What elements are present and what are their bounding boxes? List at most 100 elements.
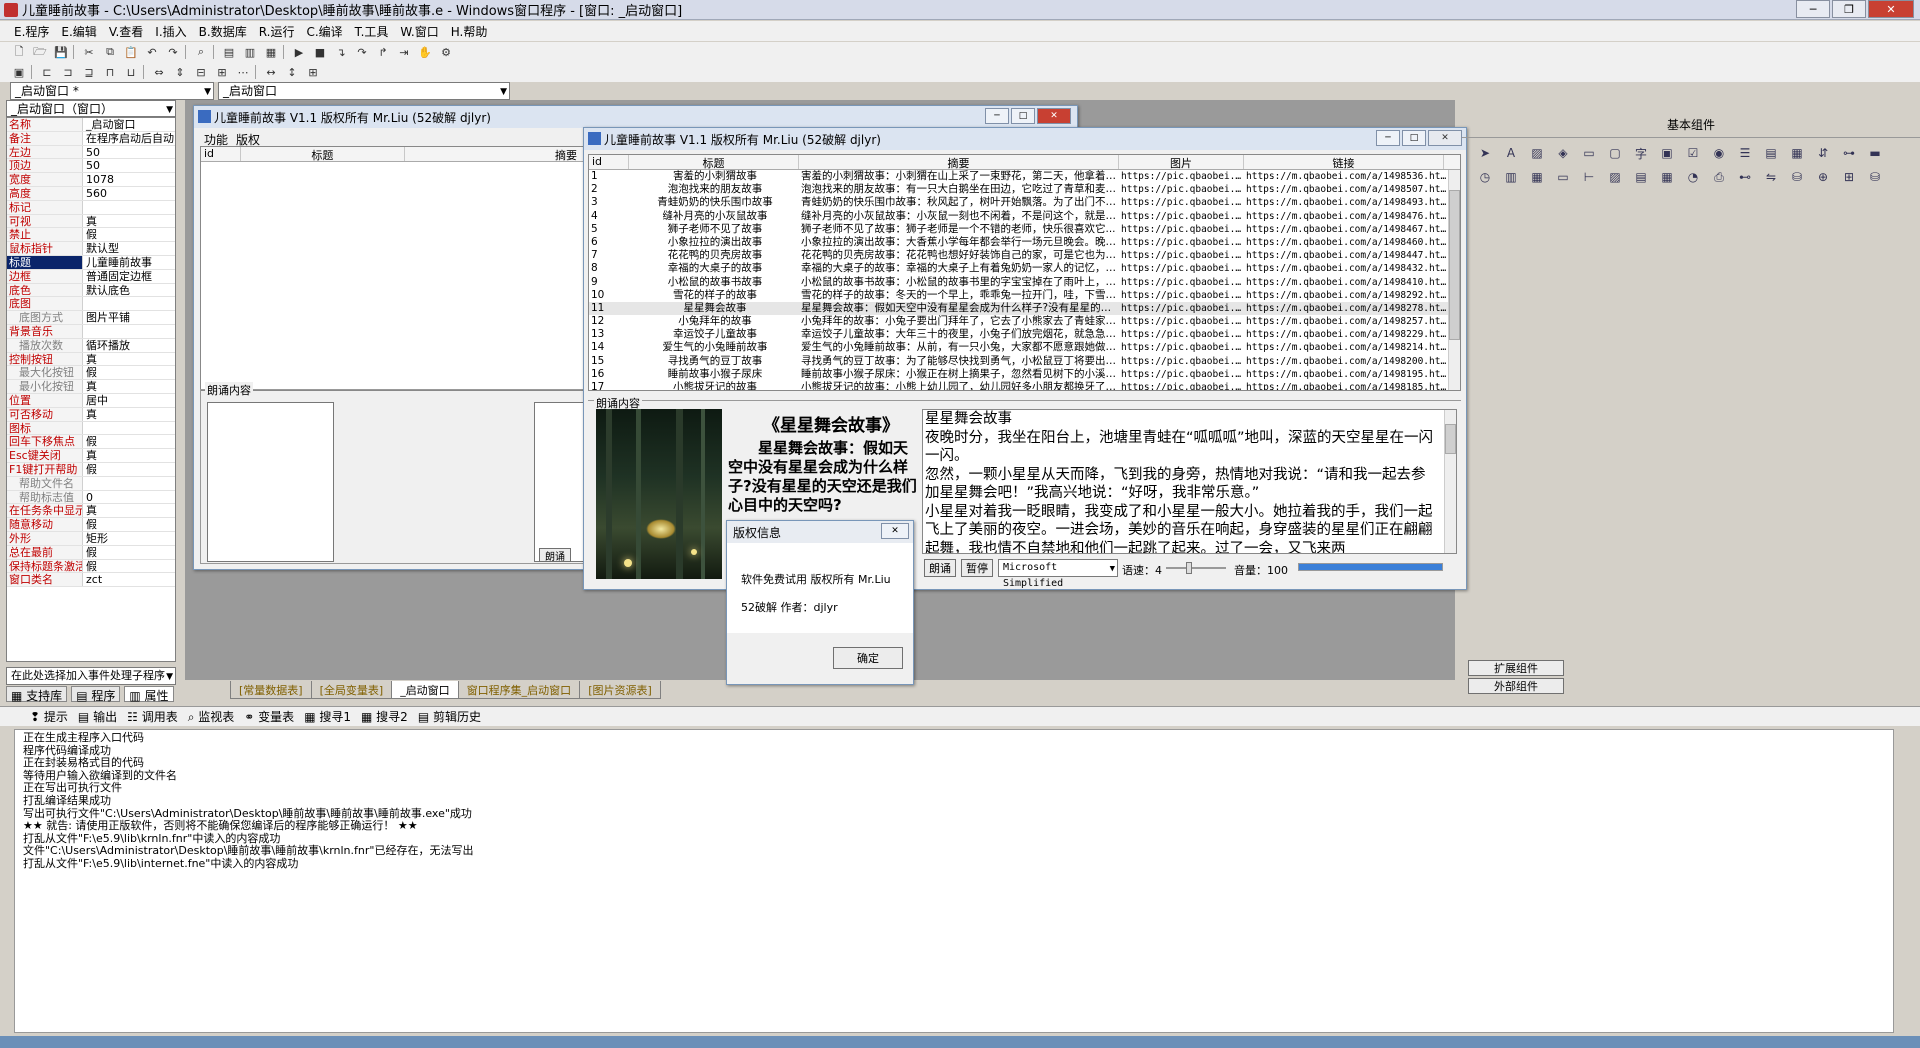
property-row[interactable]: 左边 50 <box>7 145 175 160</box>
document-tab[interactable]: [常量数据表] <box>230 681 312 699</box>
property-object-combo[interactable]: _启动窗口（窗口） ▼ <box>6 100 176 117</box>
center-h-icon[interactable]: ⊟ <box>192 64 210 80</box>
menu-item[interactable]: E.程序 <box>14 23 49 40</box>
scroll-icon[interactable]: ⇵ <box>1814 144 1832 162</box>
odbc-icon[interactable]: ⛁ <box>1866 168 1884 186</box>
object-combo[interactable]: _启动窗口 * ▼ <box>10 82 214 100</box>
property-row[interactable]: 宽度 1078 <box>7 173 175 187</box>
story-text-box[interactable]: 星星舞会故事 夜晚时分，我坐在阳台上，池塘里青蛙在“呱呱呱”地叫，深蓝的天空星星… <box>922 409 1457 554</box>
minimize-button[interactable]: ─ <box>985 108 1009 124</box>
hand-icon[interactable]: ✋ <box>416 44 434 60</box>
copyright-dialog[interactable]: 版权信息 ✕ 软件免费试用 版权所有 Mr.Liu 52破解 作者：djlyr … <box>726 520 914 685</box>
cut-icon[interactable]: ✂ <box>80 44 98 60</box>
scroll-thumb[interactable] <box>1445 424 1456 454</box>
pause-button[interactable]: 暂停 <box>961 559 993 577</box>
printer-icon[interactable]: ⎙ <box>1710 168 1728 186</box>
align-left-icon[interactable]: ⊏ <box>38 64 56 80</box>
table-row[interactable]: 16 睡前故事小猴子尿床 睡前故事小猴子尿床：小猴正在树上摘果子，忽然看见树下的小溪… <box>589 368 1460 381</box>
step-icon[interactable]: ↴ <box>332 44 350 60</box>
property-row[interactable]: 高度 560 <box>7 186 175 201</box>
property-value[interactable] <box>83 477 175 490</box>
restore-button[interactable]: ❐ <box>1832 0 1866 18</box>
maximize-button[interactable]: □ <box>1402 130 1426 146</box>
property-row[interactable]: 最大化按钮假 <box>7 366 175 381</box>
chart-icon[interactable]: ▤ <box>1632 168 1650 186</box>
property-row[interactable]: 禁止假 <box>7 228 175 243</box>
property-value[interactable]: 假 <box>83 435 175 448</box>
image-icon[interactable]: ▨ <box>1606 168 1624 186</box>
tab-support-lib[interactable]: ▦ 支持库 <box>6 686 68 703</box>
close-button[interactable]: ✕ <box>1428 130 1462 146</box>
align-bottom-icon[interactable]: ⊔ <box>122 64 140 80</box>
property-row[interactable]: 图标 <box>7 421 175 436</box>
paste-icon[interactable]: 📋 <box>122 44 140 60</box>
output-tab[interactable]: ⚭ 变量表 <box>244 708 294 725</box>
table-row[interactable]: 6 小象拉拉的演出故事 小象拉拉的演出故事：大香蕉小学每年都会举行一场元旦晚会。晚会… <box>589 236 1460 249</box>
window-combo[interactable]: _启动窗口 ▼ <box>218 82 510 100</box>
property-row[interactable]: 可视真 <box>7 214 175 229</box>
menu-item[interactable]: I.插入 <box>155 23 186 40</box>
step-over-icon[interactable]: ↷ <box>353 44 371 60</box>
app-window[interactable]: 儿童睡前故事 V1.1 版权所有 Mr.Liu (52破解 djlyr) ─ □ ✕… <box>583 127 1467 590</box>
property-row[interactable]: 备注 在程序启动后自动 <box>7 131 175 146</box>
compile-icon[interactable]: ⚙ <box>437 44 455 60</box>
property-value[interactable]: zct <box>83 573 175 586</box>
undo-icon[interactable]: ↶ <box>143 44 161 60</box>
property-row[interactable]: 帮助文件名 <box>7 476 175 491</box>
document-tab[interactable]: [全局变量表] <box>310 681 393 699</box>
property-row[interactable]: 保持标题条激活假 <box>7 559 175 574</box>
property-row[interactable]: 底图方式 图片平铺 <box>7 311 175 325</box>
output-tab[interactable]: ▤ 输出 <box>78 708 117 725</box>
output-tab[interactable]: ▦ 搜寻2 <box>361 708 408 725</box>
db-icon[interactable]: ⛁ <box>1788 168 1806 186</box>
scroll-thumb[interactable] <box>1449 190 1460 340</box>
property-row[interactable]: 外形 矩形 <box>7 531 175 546</box>
grid-icon[interactable]: ▦ <box>1788 144 1806 162</box>
save-icon[interactable]: 💾 <box>52 44 70 60</box>
table-icon[interactable]: ▦ <box>1658 168 1676 186</box>
design-story-table[interactable]: id 标题 摘要 <box>200 146 585 391</box>
table-row[interactable]: 13 幸运饺子儿童故事 幸运饺子儿童故事：大年三十的夜里，小兔子们放完烟花，就急急忙… <box>589 328 1460 341</box>
output-tab[interactable]: ▤ 剪辑历史 <box>418 708 481 725</box>
read-button[interactable]: 朗诵 <box>924 559 956 577</box>
slider-icon[interactable]: ⊶ <box>1840 144 1858 162</box>
property-row[interactable]: 底图 <box>7 297 175 312</box>
property-value[interactable]: 真 <box>83 380 175 393</box>
property-value[interactable]: 50 <box>83 159 175 172</box>
property-row[interactable]: 控制按钮真 <box>7 352 175 367</box>
external-components-button[interactable]: 外部组件 <box>1468 678 1564 694</box>
property-value[interactable] <box>83 297 175 310</box>
property-row[interactable]: 标题 儿童睡前故事 <box>7 255 175 270</box>
table-row[interactable]: 14 爱生气的小兔睡前故事 爱生气的小兔睡前故事：从前，有一只小兔，大家都不愿意跟她… <box>589 341 1460 354</box>
voice-select[interactable]: Microsoft Simplified ▼ <box>998 559 1118 589</box>
vspace-icon[interactable]: ↕ <box>283 64 301 80</box>
ok-button[interactable]: 确定 <box>833 647 903 669</box>
shape-icon[interactable]: ◈ <box>1554 144 1572 162</box>
design-read-button[interactable]: 朗诵 <box>539 548 571 563</box>
align-center-icon[interactable]: ⊐ <box>59 64 77 80</box>
property-value[interactable]: 1078 <box>83 173 175 186</box>
run-icon[interactable]: ▶ <box>290 44 308 60</box>
frame-icon[interactable]: ▣ <box>1658 144 1676 162</box>
property-value[interactable]: 真 <box>83 408 175 421</box>
property-row[interactable]: 名称 _启动窗口 <box>7 118 175 132</box>
run-to-icon[interactable]: ⇥ <box>395 44 413 60</box>
find-icon[interactable]: ⌕ <box>192 44 210 60</box>
link-icon[interactable]: ⊷ <box>1736 168 1754 186</box>
table-scrollbar[interactable] <box>1448 170 1460 390</box>
property-value[interactable]: 假 <box>83 560 175 573</box>
tab-program[interactable]: ▤ 程序 <box>71 686 121 703</box>
property-value[interactable]: 假 <box>83 228 175 241</box>
same-height-icon[interactable]: ⇕ <box>171 64 189 80</box>
redo-icon[interactable]: ↷ <box>164 44 182 60</box>
property-row[interactable]: 顶边 50 <box>7 159 175 174</box>
align-top-icon[interactable]: ⊓ <box>101 64 119 80</box>
radio-icon[interactable]: ◉ <box>1710 144 1728 162</box>
text-icon[interactable]: 字 <box>1632 144 1650 162</box>
property-value[interactable]: 假 <box>83 366 175 379</box>
property-value[interactable]: 50 <box>83 146 175 159</box>
property-value[interactable] <box>83 422 175 435</box>
data-icon[interactable]: ⊞ <box>1840 168 1858 186</box>
document-tab[interactable]: _启动窗口 <box>391 681 459 699</box>
property-row[interactable]: 最小化按钮真 <box>7 380 175 394</box>
